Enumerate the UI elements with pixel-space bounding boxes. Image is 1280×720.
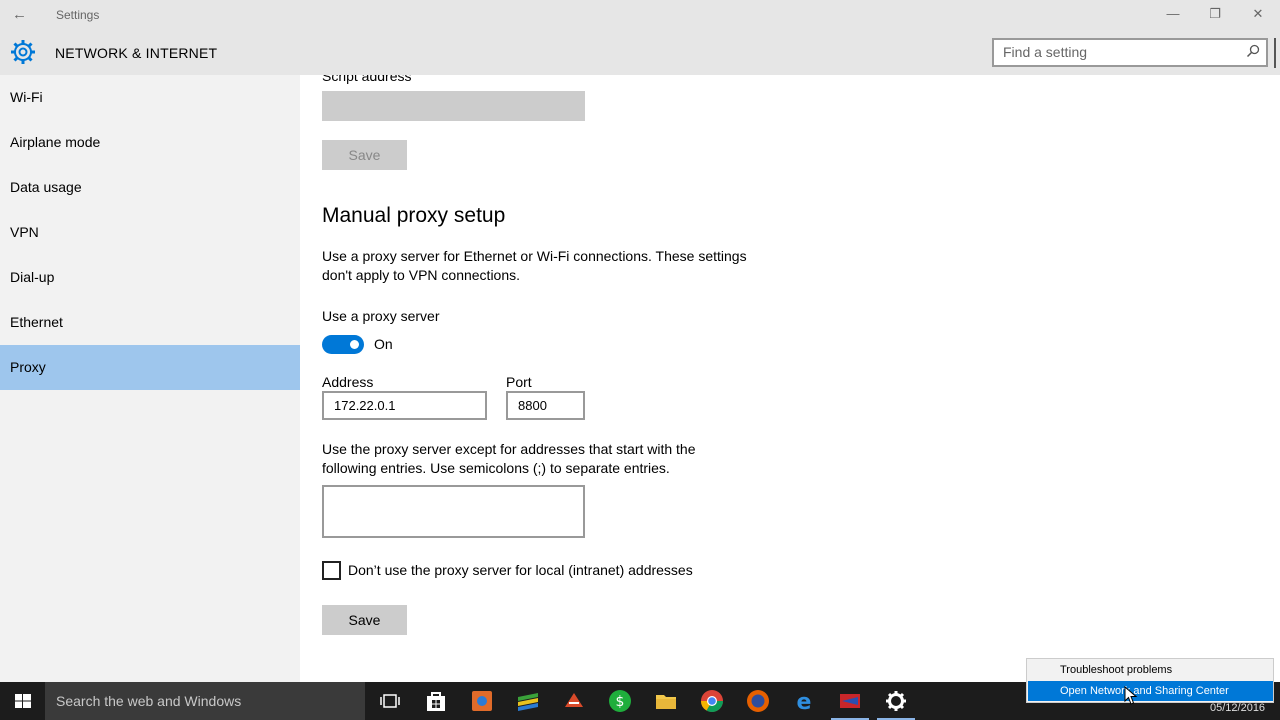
app-icon[interactable]: $ xyxy=(608,689,632,713)
toggle-state-label: On xyxy=(374,336,393,352)
script-address-label: Script address xyxy=(322,75,412,84)
window-edge xyxy=(1274,38,1276,68)
firefox-icon[interactable] xyxy=(746,689,770,713)
sidebar-item-dial-up[interactable]: Dial-up xyxy=(0,255,300,300)
taskbar-search-text: Search the web and Windows xyxy=(56,693,242,709)
svg-text:$: $ xyxy=(616,694,625,710)
sidebar-item-label: Ethernet xyxy=(10,314,63,330)
store-icon[interactable] xyxy=(424,689,448,713)
sidebar-item-proxy[interactable]: Proxy xyxy=(0,345,300,390)
search-placeholder: Find a setting xyxy=(1003,44,1088,60)
network-context-menu: Troubleshoot problems Open Network and S… xyxy=(1026,658,1274,703)
sidebar-item-label: Proxy xyxy=(10,359,46,375)
minimize-icon[interactable]: — xyxy=(1163,6,1183,21)
close-icon[interactable]: ✕ xyxy=(1248,6,1268,22)
sidebar-item-wifi[interactable]: Wi-Fi xyxy=(0,75,300,120)
script-save-button[interactable]: Save xyxy=(322,140,407,170)
use-proxy-label: Use a proxy server xyxy=(322,308,440,324)
manual-proxy-heading: Manual proxy setup xyxy=(322,204,506,227)
task-view-icon[interactable] xyxy=(378,689,402,713)
search-icon[interactable] xyxy=(1246,44,1260,58)
address-label: Address xyxy=(322,374,374,390)
exceptions-textarea[interactable] xyxy=(322,485,585,538)
sidebar: Wi-Fi Airplane mode Data usage VPN Dial-… xyxy=(0,75,300,682)
sidebar-item-label: VPN xyxy=(10,224,39,240)
sidebar-item-vpn[interactable]: VPN xyxy=(0,210,300,255)
title-bar: ← Settings — ❐ ✕ xyxy=(0,0,1280,30)
sidebar-item-label: Dial-up xyxy=(10,269,55,285)
local-bypass-checkbox[interactable] xyxy=(322,561,341,580)
settings-icon[interactable] xyxy=(884,689,908,713)
mouse-cursor-icon xyxy=(1124,686,1138,705)
proxy-settings-panel: Script address Save Manual proxy setup U… xyxy=(300,75,1280,682)
section-title: NETWORK & INTERNET xyxy=(55,45,218,61)
sidebar-item-airplane-mode[interactable]: Airplane mode xyxy=(0,120,300,165)
menu-item-open-network-sharing-center[interactable]: Open Network and Sharing Center xyxy=(1028,681,1273,701)
windows-start-icon[interactable] xyxy=(0,682,45,720)
menu-item-troubleshoot[interactable]: Troubleshoot problems xyxy=(1028,660,1273,680)
file-explorer-icon[interactable] xyxy=(654,689,678,713)
taskbar-search[interactable]: Search the web and Windows xyxy=(45,682,365,720)
local-bypass-label: Don’t use the proxy server for local (in… xyxy=(348,562,693,578)
edge-icon[interactable]: e xyxy=(792,689,816,713)
sidebar-item-label: Airplane mode xyxy=(10,134,101,150)
port-field[interactable]: 8800 xyxy=(506,391,585,420)
tray-date[interactable]: 05/12/2016 xyxy=(1210,702,1265,714)
sidebar-item-ethernet[interactable]: Ethernet xyxy=(0,300,300,345)
sidebar-item-label: Data usage xyxy=(10,179,82,195)
window-title: Settings xyxy=(56,8,100,22)
save-button[interactable]: Save xyxy=(322,605,407,635)
maximize-icon[interactable]: ❐ xyxy=(1205,6,1225,22)
sidebar-item-label: Wi-Fi xyxy=(10,89,43,105)
app-icon[interactable] xyxy=(562,689,586,713)
port-label: Port xyxy=(506,374,532,390)
manual-proxy-description: Use a proxy server for Ethernet or Wi-Fi… xyxy=(322,248,747,283)
toggle-knob xyxy=(350,340,359,349)
address-field[interactable]: 172.22.0.1 xyxy=(322,391,487,420)
app-icon[interactable] xyxy=(838,689,862,713)
chrome-icon[interactable] xyxy=(700,689,724,713)
gear-icon xyxy=(11,40,35,64)
svg-text:e: e xyxy=(797,690,812,713)
script-address-input[interactable] xyxy=(322,91,585,121)
sidebar-item-data-usage[interactable]: Data usage xyxy=(0,165,300,210)
page-header: NETWORK & INTERNET Find a setting xyxy=(0,30,1280,75)
app-icon[interactable] xyxy=(470,689,494,713)
back-arrow-icon[interactable]: ← xyxy=(12,6,27,23)
exceptions-description: Use the proxy server except for addresse… xyxy=(322,441,696,476)
use-proxy-toggle[interactable] xyxy=(322,335,364,354)
app-icon[interactable] xyxy=(516,689,540,713)
search-input[interactable]: Find a setting xyxy=(992,38,1268,67)
